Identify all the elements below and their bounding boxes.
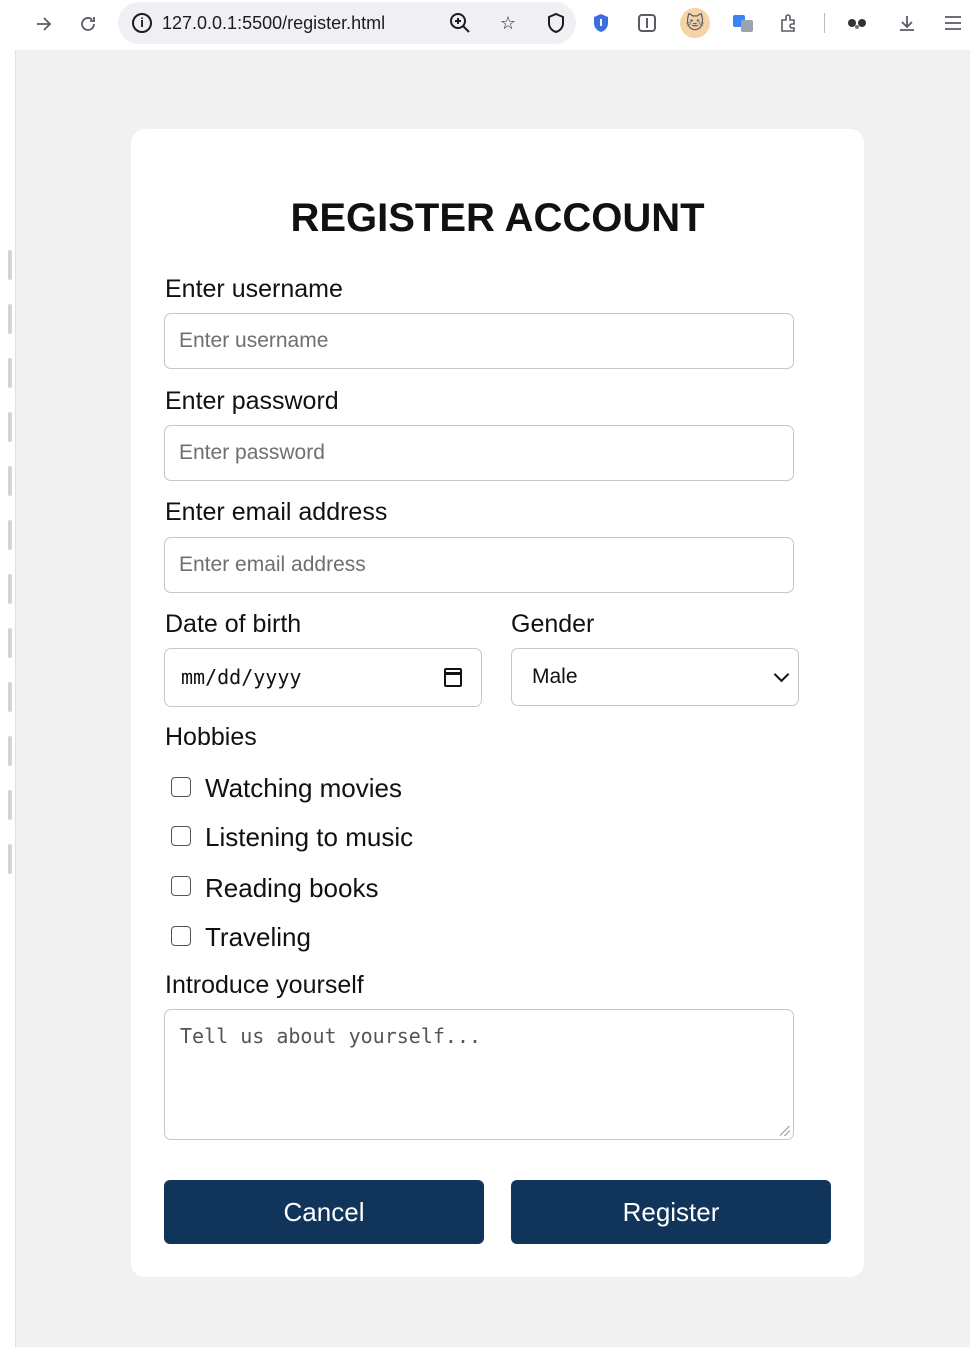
- cancel-button[interactable]: Cancel: [164, 1180, 484, 1244]
- hobby-label-books: Reading books: [205, 873, 379, 903]
- url-bar[interactable]: i 127.0.0.1:5500/register.html ☆: [118, 2, 576, 44]
- dob-placeholder: mm/dd/yyyy: [181, 665, 302, 689]
- email-label: Enter email address: [165, 498, 388, 526]
- page-title: REGISTER ACCOUNT: [290, 196, 705, 240]
- username-input[interactable]: [164, 313, 794, 369]
- username-label: Enter username: [165, 275, 343, 303]
- email-input[interactable]: [164, 537, 794, 593]
- toolbar-separator: [824, 13, 825, 33]
- calendar-icon[interactable]: [444, 668, 462, 687]
- download-icon[interactable]: [892, 8, 922, 38]
- hobby-checkbox-books[interactable]: [171, 876, 191, 896]
- privacy-badger-icon[interactable]: [586, 8, 616, 38]
- hobby-label-music: Listening to music: [205, 822, 414, 852]
- info-icon[interactable]: i: [132, 13, 152, 33]
- password-label: Enter password: [165, 387, 339, 415]
- translate-icon[interactable]: [728, 8, 758, 38]
- dob-input[interactable]: mm/dd/yyyy: [164, 648, 482, 707]
- chevron-down-icon: [773, 666, 790, 683]
- panda-extension-icon[interactable]: [842, 8, 872, 38]
- hobby-checkbox-movies[interactable]: [171, 777, 191, 797]
- gender-label: Gender: [511, 610, 595, 638]
- menu-icon[interactable]: [938, 8, 968, 38]
- back-icon[interactable]: [28, 8, 60, 40]
- intro-label: Introduce yourself: [165, 971, 364, 999]
- bitwarden-icon[interactable]: [632, 8, 662, 38]
- hobby-label-movies: Watching movies: [205, 773, 402, 803]
- url-text: 127.0.0.1:5500/register.html: [162, 13, 386, 33]
- hobbies-label: Hobbies: [165, 723, 257, 751]
- register-button[interactable]: Register: [511, 1180, 831, 1244]
- hobby-checkbox-music[interactable]: [171, 826, 191, 846]
- reload-icon[interactable]: [72, 8, 104, 40]
- shield-icon[interactable]: [544, 11, 568, 35]
- bookmark-star-icon[interactable]: ☆: [496, 11, 520, 35]
- resize-handle[interactable]: [780, 1126, 790, 1136]
- zoom-icon[interactable]: [448, 11, 472, 35]
- avatar-extension-icon[interactable]: 🐱: [680, 8, 710, 38]
- intro-textarea[interactable]: Tell us about yourself...: [164, 1009, 794, 1140]
- left-rail: [8, 250, 14, 898]
- password-input[interactable]: [164, 425, 794, 481]
- dob-label: Date of birth: [165, 610, 302, 638]
- hobby-label-traveling: Traveling: [205, 922, 311, 952]
- intro-placeholder: Tell us about yourself...: [180, 1024, 482, 1048]
- gender-select[interactable]: Male: [511, 648, 799, 706]
- gender-selected-value: Male: [532, 665, 578, 688]
- hobby-checkbox-traveling[interactable]: [171, 926, 191, 946]
- extensions-icon[interactable]: [774, 8, 804, 38]
- browser-toolbar: i 127.0.0.1:5500/register.html ☆ 🐱: [8, 0, 970, 48]
